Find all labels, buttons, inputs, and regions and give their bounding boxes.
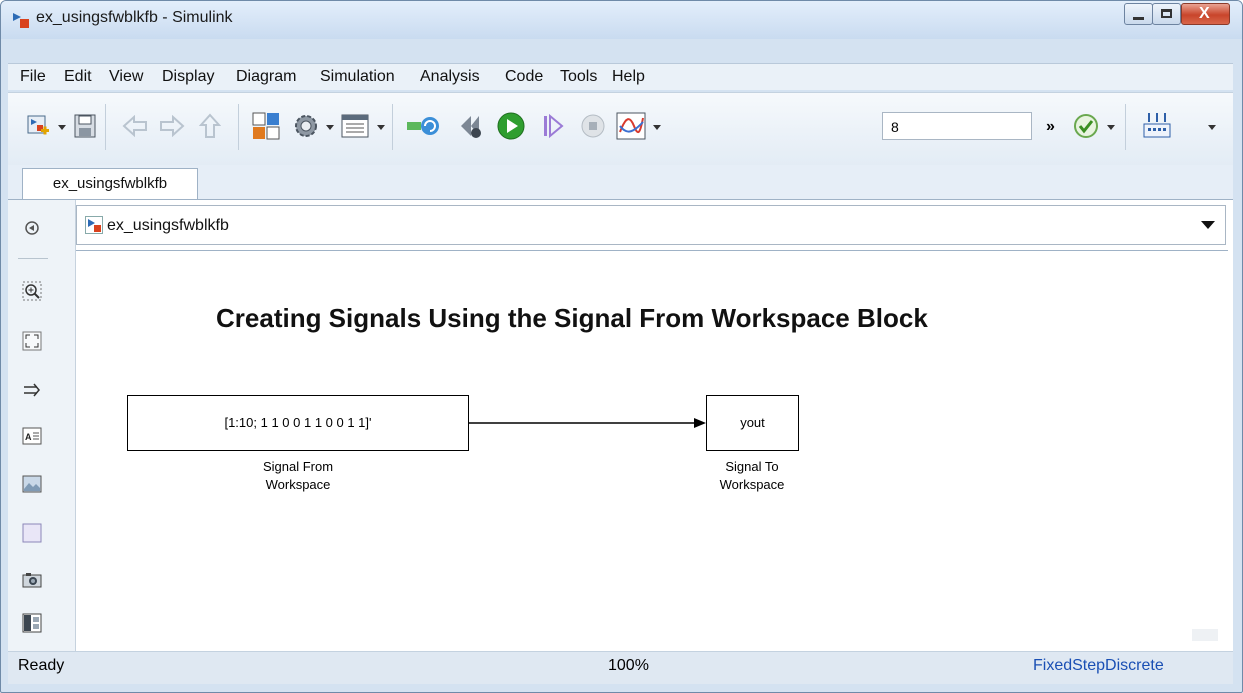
camera-icon[interactable] — [22, 570, 42, 590]
menu-display[interactable]: Display — [162, 68, 214, 86]
advisor-dropdown-icon[interactable] — [1107, 125, 1115, 130]
tab-model[interactable]: ex_usingsfwblkfb — [22, 168, 198, 199]
new-dropdown-icon[interactable] — [58, 125, 66, 130]
status-zoom: 100% — [608, 657, 649, 674]
model-advisor-check-icon[interactable] — [1073, 113, 1099, 139]
library-browser-icon[interactable] — [252, 112, 280, 140]
area-icon[interactable] — [22, 523, 42, 543]
menu-code[interactable]: Code — [505, 68, 543, 86]
back-icon[interactable] — [122, 115, 148, 137]
stop-time-input[interactable]: 8 — [882, 112, 1032, 140]
menu-file[interactable]: File — [20, 68, 46, 86]
maximize-icon — [1161, 9, 1172, 18]
svg-text:A: A — [25, 432, 32, 442]
menu-analysis[interactable]: Analysis — [420, 68, 480, 86]
menu-edit[interactable]: Edit — [64, 68, 92, 86]
signal-line[interactable] — [468, 415, 708, 431]
source-block-expression: [1:10; 1 1 0 0 1 1 0 0 1 1]' — [224, 415, 372, 430]
model-explorer-icon[interactable] — [341, 114, 369, 138]
toolbar-overflow-button[interactable]: » — [1046, 118, 1055, 136]
solver-link[interactable]: FixedStepDiscrete — [1033, 657, 1164, 675]
sink-block-label: Signal To Workspace — [719, 459, 785, 492]
build-dropdown-icon[interactable] — [1208, 125, 1216, 130]
viewer-dropdown-icon[interactable] — [653, 125, 661, 130]
source-block-label: Signal From Workspace — [262, 459, 334, 492]
scope-viewer-icon[interactable] — [616, 112, 646, 140]
signal-to-workspace-block[interactable]: yout — [706, 395, 799, 451]
menu-diagram[interactable]: Diagram — [236, 68, 296, 86]
update-diagram-icon[interactable] — [405, 114, 441, 138]
model-config-gear-icon[interactable] — [293, 113, 319, 139]
signal-from-workspace-block[interactable]: [1:10; 1 1 0 0 1 1 0 0 1 1]' — [127, 395, 469, 451]
save-icon[interactable] — [73, 113, 97, 139]
new-model-icon[interactable] — [26, 114, 50, 138]
run-icon[interactable] — [496, 111, 526, 141]
maximize-button[interactable] — [1152, 3, 1181, 25]
image-annotation-icon[interactable] — [22, 474, 42, 494]
fit-to-view-icon[interactable] — [22, 331, 42, 351]
step-back-icon[interactable] — [457, 112, 485, 140]
annotation-icon[interactable]: A — [22, 426, 42, 446]
sink-block-variable: yout — [740, 415, 765, 430]
scroll-corner — [1192, 629, 1218, 641]
close-icon: X — [1199, 5, 1210, 22]
address-path[interactable]: ex_usingsfwblkfb — [107, 217, 229, 235]
up-icon[interactable] — [199, 113, 221, 139]
hide-browser-icon[interactable] — [22, 218, 42, 238]
minimize-icon — [1133, 17, 1144, 20]
status-state: Ready — [18, 657, 65, 674]
menu-view[interactable]: View — [109, 68, 143, 86]
close-button[interactable]: X — [1181, 3, 1230, 25]
simulink-app-icon — [13, 13, 29, 28]
step-forward-icon[interactable] — [541, 113, 565, 139]
minimize-button[interactable] — [1124, 3, 1153, 25]
zoom-icon[interactable] — [22, 281, 42, 301]
address-bar[interactable] — [76, 205, 1226, 245]
model-icon — [85, 216, 103, 234]
signal-routing-icon[interactable] — [22, 380, 42, 400]
menu-simulation[interactable]: Simulation — [320, 68, 395, 86]
build-icon[interactable] — [1142, 111, 1172, 139]
window-title: ex_usingsfwblkfb - Simulink — [36, 9, 233, 26]
menu-tools[interactable]: Tools — [560, 68, 597, 86]
config-dropdown-icon[interactable] — [326, 125, 334, 130]
model-browser-icon[interactable] — [22, 613, 42, 633]
forward-icon[interactable] — [159, 115, 185, 137]
palette-sidebar — [8, 200, 76, 655]
diagram-title: Creating Signals Using the Signal From W… — [216, 303, 928, 333]
explorer-dropdown-icon[interactable] — [377, 125, 385, 130]
address-dropdown-icon[interactable] — [1201, 221, 1215, 229]
stop-icon[interactable] — [580, 113, 606, 139]
menu-help[interactable]: Help — [612, 68, 645, 86]
